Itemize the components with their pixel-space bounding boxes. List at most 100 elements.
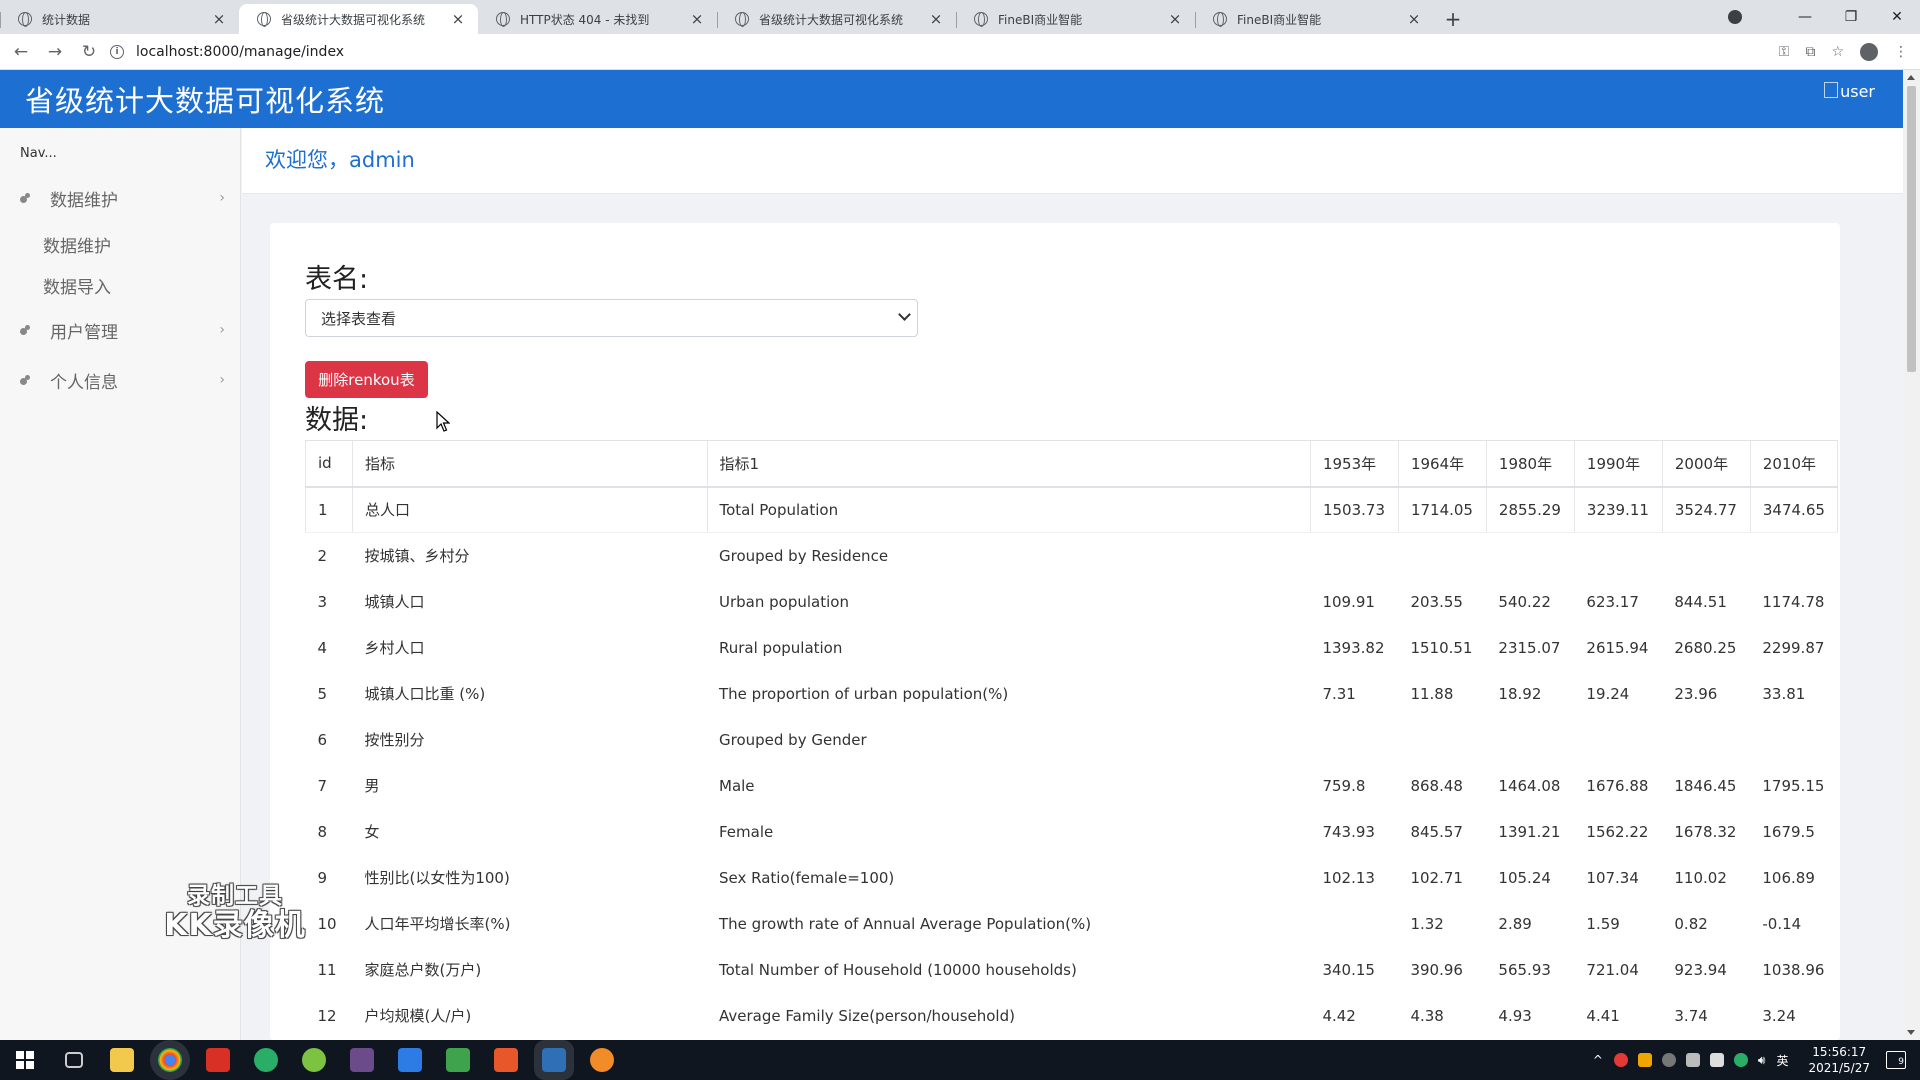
table-cell [1662, 717, 1750, 763]
tray-expand-icon[interactable]: ^ [1593, 1053, 1603, 1067]
notepad-icon[interactable] [446, 1048, 470, 1072]
users-icon [20, 375, 34, 385]
table-cell: 9 [317, 868, 328, 887]
tray-app-icon[interactable] [1685, 1053, 1700, 1067]
table-cell: 1795.15 [1762, 776, 1825, 795]
close-window-button[interactable]: ✕ [1874, 9, 1920, 25]
column-header: 指标 [351, 440, 707, 488]
table-row: 5 城镇人口比重 (%) The proportion of urban popul… [306, 671, 1838, 717]
sidebar-subitem-data-maintenance[interactable]: 数据维护 [43, 232, 111, 257]
column-header: 1990年 [1573, 440, 1663, 488]
table-cell: 102.71 [1410, 868, 1463, 887]
chrome-icon[interactable] [158, 1048, 182, 1072]
volume-icon[interactable]: 🔊︎ [1758, 1053, 1766, 1068]
recorder-icon[interactable] [590, 1048, 614, 1072]
app-icon[interactable] [398, 1048, 422, 1072]
window-controls: — ❐ ✕ [1728, 0, 1920, 34]
mouse-cursor-icon [436, 410, 451, 437]
browser-tab-strip: 统计数据 × 省级统计大数据可视化系统 × HTTP状态 404 - 未找到 ×… [0, 0, 1920, 34]
notification-icon[interactable]: 9 [1886, 1051, 1906, 1069]
task-view-icon[interactable] [65, 1052, 83, 1068]
table-cell: 1393.82 [1322, 638, 1385, 657]
sidebar-item-data-maintenance[interactable]: 数据维护 › [20, 186, 225, 211]
app-icon[interactable] [494, 1048, 518, 1072]
maximize-button[interactable]: ❐ [1828, 9, 1874, 25]
table-cell: 11.88 [1410, 684, 1454, 703]
close-icon[interactable]: × [928, 10, 944, 28]
address-bar-actions: ⚿ ⧉ ☆ ⋮ [1779, 34, 1908, 70]
close-icon[interactable]: × [1167, 10, 1183, 28]
user-avatar[interactable]: user [1824, 82, 1875, 101]
key-icon[interactable]: ⚿ [1779, 44, 1790, 60]
reload-button[interactable]: ↻ [76, 42, 102, 62]
table-cell: 1038.96 [1762, 960, 1825, 979]
globe-icon [735, 12, 749, 27]
page-scrollbar[interactable] [1903, 70, 1920, 1040]
table-cell [1398, 717, 1486, 763]
translate-icon[interactable]: ⧉ [1805, 44, 1815, 60]
wechat-tray-icon[interactable] [1733, 1053, 1748, 1067]
tab-title: HTTP状态 404 - 未找到 [520, 12, 650, 27]
table-cell: 1.32 [1410, 914, 1444, 933]
minimize-button[interactable]: — [1782, 9, 1828, 25]
table-cell: Urban population [719, 592, 849, 611]
sidebar-subitem-data-import[interactable]: 数据导入 [43, 273, 111, 298]
sidebar-item-personal-info[interactable]: 个人信息 › [20, 368, 225, 393]
star-icon[interactable]: ☆ [1831, 44, 1844, 60]
browser-tab[interactable]: FineBI商业智能 × [1195, 4, 1434, 34]
tray-app-icon[interactable] [1613, 1053, 1628, 1067]
wps-icon[interactable] [206, 1048, 230, 1072]
scroll-up-arrow-icon[interactable] [1907, 75, 1915, 80]
table-cell: 1679.5 [1762, 822, 1815, 841]
url-field[interactable]: i localhost:8000/manage/index [110, 38, 1775, 66]
table-cell: Sex Ratio(female=100) [719, 868, 895, 887]
scroll-down-arrow-icon[interactable] [1907, 1030, 1915, 1035]
chevron-right-icon: › [219, 190, 225, 206]
clock[interactable]: 15:56:17 2021/5/27 [1808, 1044, 1870, 1076]
table-cell [1750, 717, 1837, 763]
close-icon[interactable]: × [689, 10, 705, 28]
close-icon[interactable]: × [450, 10, 466, 28]
watermark-line2: KK录像机 [164, 908, 306, 943]
delete-table-button[interactable]: 删除renkou表 [305, 361, 428, 398]
wechat-icon[interactable] [254, 1048, 278, 1072]
profile-icon[interactable] [1860, 43, 1878, 61]
table-cell: 390.96 [1410, 960, 1463, 979]
back-button[interactable]: ← [8, 42, 34, 62]
browser-tab[interactable]: FineBI商业智能 × [956, 4, 1195, 34]
table-select[interactable]: 选择表查看 [305, 299, 918, 337]
table-cell: Total Number of Household (10000 househo… [719, 960, 1077, 979]
globe-icon [1213, 12, 1227, 27]
browser-tab-active[interactable]: 省级统计大数据可视化系统 × [239, 4, 478, 34]
tray-app-icon[interactable] [1637, 1053, 1652, 1067]
table-cell: Grouped by Gender [719, 730, 867, 749]
welcome-text: 欢迎您，admin [265, 148, 415, 172]
app-icon[interactable] [350, 1048, 374, 1072]
menu-icon[interactable]: ⋮ [1894, 44, 1908, 60]
browser-tab[interactable]: HTTP状态 404 - 未找到 × [478, 4, 717, 34]
scrollbar-thumb[interactable] [1907, 86, 1916, 372]
wifi-icon[interactable] [1709, 1053, 1724, 1067]
table-cell: 845.57 [1410, 822, 1463, 841]
close-icon[interactable]: × [1406, 10, 1422, 28]
tab-search-icon[interactable] [1728, 10, 1742, 24]
table-cell: 2680.25 [1674, 638, 1737, 657]
table-cell: 203.55 [1410, 592, 1463, 611]
sidebar-item-user-management[interactable]: 用户管理 › [20, 318, 225, 343]
forward-button[interactable]: → [42, 42, 68, 62]
table-cell: 1676.88 [1586, 776, 1649, 795]
ime-indicator[interactable]: 英 [1776, 1052, 1788, 1069]
new-tab-button[interactable]: + [1438, 4, 1468, 34]
file-explorer-icon[interactable] [110, 1048, 134, 1072]
table-cell: 2855.29 [1485, 486, 1575, 533]
close-icon[interactable]: × [211, 10, 227, 28]
windows-start-icon[interactable] [14, 1048, 38, 1072]
tools-icon[interactable] [542, 1048, 566, 1072]
table-cell: 1174.78 [1762, 592, 1825, 611]
info-icon[interactable]: i [110, 45, 124, 59]
table-cell: 城镇人口比重 (%) [364, 685, 486, 703]
tray-app-icon[interactable] [1661, 1053, 1676, 1067]
browser-tab[interactable]: 统计数据 × [0, 4, 239, 34]
browser-tab[interactable]: 省级统计大数据可视化系统 × [717, 4, 956, 34]
app-icon[interactable] [302, 1048, 326, 1072]
